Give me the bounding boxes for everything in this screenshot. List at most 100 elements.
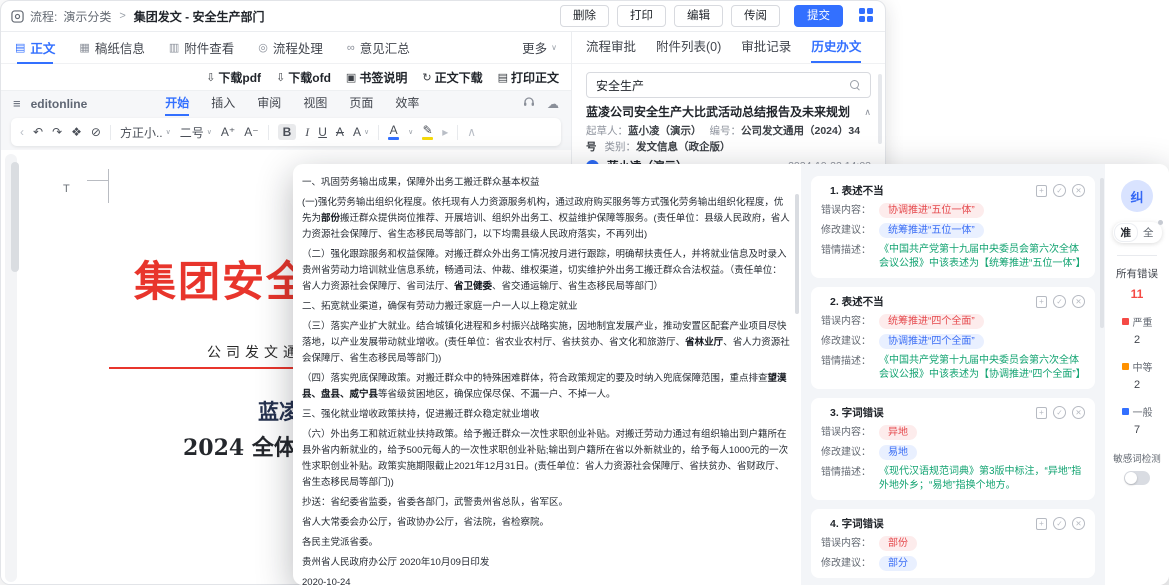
ribbon-tab-审阅[interactable]: 审阅 [257, 91, 281, 116]
error-content-pill[interactable]: 协调推进“五位一体” [879, 203, 984, 218]
undo-icon[interactable]: ↶ [33, 126, 43, 138]
error-card[interactable]: 4. 字词错误+✓✕错误内容：部份修改建议：部分 [811, 509, 1095, 578]
increase-font-button[interactable]: A⁺ [221, 126, 235, 138]
font-size-select[interactable]: 二号∨ [180, 124, 212, 141]
locate-icon[interactable]: + [1036, 518, 1047, 530]
breadcrumb-section[interactable]: 演示分类 [63, 8, 111, 25]
suggestion-pill[interactable]: 协调推进“四个全面” [879, 334, 984, 349]
download-下载ofd[interactable]: ⇩下载ofd [276, 69, 331, 86]
proofread-document[interactable]: 一、巩固劳务输出成果，保障外出务工搬迁群众基本权益(一)强化劳务输出组织化程度。… [293, 164, 801, 585]
suggestion-row: 修改建议：协调推进“四个全面” [821, 334, 1085, 349]
panel-scrollbar[interactable] [878, 74, 882, 144]
support-headset-icon[interactable] [523, 96, 535, 111]
accept-icon[interactable]: ✓ [1053, 184, 1066, 197]
clear-format-icon[interactable]: ⊘ [91, 126, 101, 138]
editor-scrollbar[interactable] [5, 154, 17, 582]
history-doc-title[interactable]: 蓝凌公司安全生产大比武活动总结报告及未来规划 [586, 105, 858, 120]
error-content-pill[interactable]: 部份 [879, 536, 917, 551]
mode-accurate[interactable]: 准 [1115, 224, 1138, 241]
suggestion-pill[interactable]: 部分 [879, 556, 917, 571]
download-icon: ▤ [498, 71, 508, 84]
strikethrough-button[interactable]: A [336, 126, 344, 138]
dismiss-icon[interactable]: ✕ [1072, 295, 1085, 308]
error-card-header: 1. 表述不当+✓✕ [821, 183, 1085, 198]
download-打印正文[interactable]: ▤打印正文 [498, 69, 559, 86]
panel-tab-流程审批[interactable]: 流程审批 [586, 32, 636, 63]
suggestion-pill[interactable]: 统筹推进“五位一体” [879, 223, 984, 238]
locate-icon[interactable]: + [1036, 185, 1047, 197]
submit-button[interactable]: 提交 [794, 5, 843, 27]
underline-button[interactable]: U [318, 126, 327, 138]
text-case-button[interactable]: A∨ [353, 125, 369, 139]
download-书签说明[interactable]: ▣书签说明 [346, 69, 407, 86]
mode-toggle[interactable]: 准 全 [1113, 222, 1162, 243]
highlight-color-button[interactable]: ✎ [422, 124, 433, 140]
header-action-传阅[interactable]: 传阅 [731, 5, 780, 27]
panel-tab-历史办文[interactable]: 历史办文 [811, 32, 861, 63]
toolbar-more-icon[interactable]: ▸ [442, 126, 448, 138]
download-正文下载[interactable]: ↻正文下载 [422, 69, 482, 86]
download-下载pdf[interactable]: ⇩下载pdf [206, 69, 261, 86]
collapse-toolbar-icon[interactable]: ∧ [467, 126, 476, 138]
redo-icon[interactable]: ↷ [52, 126, 62, 138]
error-card[interactable]: 2. 表述不当+✓✕错误内容：统筹推进“四个全面”修改建议：协调推进“四个全面”… [811, 287, 1095, 389]
font-family-select[interactable]: 方正小..∨ [120, 124, 171, 141]
decrease-font-button[interactable]: A⁻ [244, 126, 258, 138]
ribbon-tab-页面[interactable]: 页面 [349, 91, 373, 116]
correction-fab[interactable]: 纠 [1121, 180, 1153, 212]
format-painter-icon[interactable]: ❖ [71, 126, 82, 138]
error-content-pill[interactable]: 异地 [879, 425, 917, 440]
search-input[interactable]: 安全生产 [596, 77, 850, 94]
ribbon-tab-视图[interactable]: 视图 [303, 91, 327, 116]
error-list-scrollbar[interactable] [1100, 178, 1104, 328]
italic-button[interactable]: I [305, 126, 309, 138]
cloud-icon[interactable]: ☁ [547, 97, 559, 111]
tab-label: 稿纸信息 [95, 38, 145, 57]
ribbon-tab-开始[interactable]: 开始 [165, 91, 189, 116]
locate-icon[interactable]: + [1036, 296, 1047, 308]
apps-grid-icon[interactable] [859, 8, 875, 24]
doc-paragraph: （四）落实兜底保障政策。对搬迁群众中的特殊困难群体，符合政策规定的要及时纳入兜底… [302, 371, 791, 403]
more-menu[interactable]: 更多∨ [522, 38, 557, 57]
sensitive-words-toggle[interactable] [1124, 471, 1150, 485]
doc-text-flagged: 省卫健委 [454, 281, 492, 292]
collapse-icon[interactable]: ∧ [864, 107, 871, 120]
tab-意见汇总[interactable]: ∞意见汇总 [347, 32, 410, 64]
tab-流程处理[interactable]: ◎流程处理 [258, 32, 323, 64]
bold-button[interactable]: B [278, 124, 297, 140]
panel-tab-审批记录[interactable]: 审批记录 [741, 32, 791, 63]
search-icon[interactable] [850, 80, 861, 91]
ribbon-tab-效率[interactable]: 效率 [395, 91, 419, 116]
download-icon: ⇩ [206, 71, 215, 84]
tab-正文[interactable]: ▤正文 [15, 32, 55, 64]
header-action-删除[interactable]: 删除 [560, 5, 609, 27]
accept-icon[interactable]: ✓ [1053, 517, 1066, 530]
header-action-打印[interactable]: 打印 [617, 5, 666, 27]
search-box[interactable]: 安全生产 [586, 72, 871, 98]
suggestion-pill[interactable]: 易地 [879, 445, 917, 460]
error-card[interactable]: 3. 字词错误+✓✕错误内容：异地修改建议：易地错情描述：《现代汉语规范词典》第… [811, 398, 1095, 500]
tab-附件查看[interactable]: ▥附件查看 [169, 32, 234, 64]
hamburger-icon[interactable]: ≡ [13, 96, 21, 111]
doc-paragraph: (一)强化劳务输出组织化程度。依托现有人力资源服务机构，通过政府购买服务等方式强… [302, 195, 791, 243]
font-color-button[interactable]: A [388, 124, 399, 140]
doc-text: 等省级贫困地区，确保应保尽保、不漏一户、不掉一人。 [378, 389, 616, 400]
mode-full[interactable]: 全 [1137, 224, 1160, 241]
dismiss-icon[interactable]: ✕ [1072, 517, 1085, 530]
error-card[interactable]: 1. 表述不当+✓✕错误内容：协调推进“五位一体”修改建议：统筹推进“五位一体”… [811, 176, 1095, 278]
panel-tab-附件列表(0)[interactable]: 附件列表(0) [656, 32, 721, 63]
ribbon-tab-插入[interactable]: 插入 [211, 91, 235, 116]
locate-icon[interactable]: + [1036, 407, 1047, 419]
error-content-pill[interactable]: 统筹推进“四个全面” [879, 314, 984, 329]
toolbar-back-icon[interactable]: ‹ [20, 126, 24, 138]
dismiss-icon[interactable]: ✕ [1072, 406, 1085, 419]
accept-icon[interactable]: ✓ [1053, 406, 1066, 419]
chevron-down-icon[interactable]: ∨ [408, 128, 413, 136]
dismiss-icon[interactable]: ✕ [1072, 184, 1085, 197]
accept-icon[interactable]: ✓ [1053, 295, 1066, 308]
header-action-编辑[interactable]: 编辑 [674, 5, 723, 27]
document-scrollbar[interactable] [795, 194, 799, 314]
tab-稿纸信息[interactable]: ▦稿纸信息 [79, 32, 144, 64]
description-row: 错情描述：《中国共产党第十九届中央委员会第六次全体会议公报》中该表述为【协调推进… [821, 354, 1085, 382]
doc-text: 搬迁群众提供岗位推荐、开展培训、组织外出务工、权益维护保障等服务。(责任单位：县… [302, 213, 790, 240]
